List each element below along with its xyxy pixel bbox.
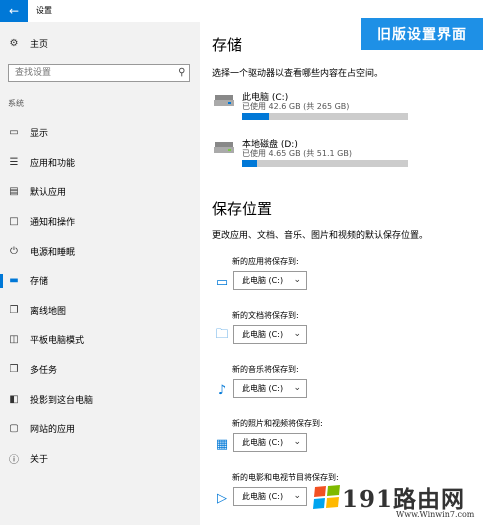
drive-select[interactable]: 此电脑 (C:) ⌄ (233, 271, 307, 290)
notifications-icon: □ (9, 216, 19, 228)
search-box[interactable]: ⚲ (8, 64, 190, 82)
default-apps-icon: ▤ (9, 186, 19, 198)
save-locations-description: 更改应用、文档、音乐、图片和视频的默认保存位置。 (212, 231, 429, 241)
sidebar-item-label: 通知和操作 (30, 218, 76, 229)
hard-drive-icon (214, 95, 234, 106)
drive-select-value: 此电脑 (C:) (242, 330, 284, 339)
video-camera-icon: ▷ (217, 490, 227, 506)
save-location-label: 新的文档将保存到: (232, 311, 299, 320)
project-icon: ◧ (9, 393, 19, 405)
chevron-down-icon: ⌄ (293, 491, 301, 501)
chevron-down-icon: ⌄ (293, 275, 301, 285)
power-icon: ⏻ (10, 245, 18, 257)
back-button[interactable]: ← (0, 0, 28, 22)
sidebar-item-label: 显示 (30, 129, 49, 140)
drive-select-value: 此电脑 (C:) (242, 438, 284, 447)
windows-logo-icon (313, 485, 340, 509)
picture-icon: ▦ (215, 436, 229, 452)
sidebar-item-tablet-mode[interactable]: ◫ 平板电脑模式 (0, 325, 200, 355)
save-location-apps: 新的应用将保存到: ▭ 此电脑 (C:) ⌄ (214, 256, 474, 300)
save-location-label: 新的音乐将保存到: (232, 365, 299, 374)
sidebar-item-project[interactable]: ◧ 投影到这台电脑 (0, 384, 200, 414)
apps-monitor-icon: ▭ (215, 274, 229, 290)
drive-select[interactable]: 此电脑 (C:) ⌄ (233, 379, 307, 398)
chevron-down-icon: ⌄ (293, 329, 301, 339)
sidebar-item-power[interactable]: ⏻ 电源和睡眠 (0, 236, 200, 266)
sidebar-item-label: 平板电脑模式 (30, 336, 85, 347)
back-arrow-icon: ← (8, 4, 20, 18)
sidebar-item-label: 关于 (30, 454, 49, 465)
drive-usage-bar (242, 113, 408, 120)
save-locations-heading: 保存位置 (212, 200, 273, 218)
main-content: 旧版设置界面 存储 选择一个驱动器以查看哪些内容在占空间。 此电脑 (C:) 已… (200, 18, 500, 525)
watermark-text: 191路由网 (342, 486, 466, 513)
nav-list: ▭ 显示 ☰ 应用和功能 ▤ 默认应用 □ 通知和操作 ⏻ 电源和睡眠 ▬ 存储… (0, 118, 200, 473)
sidebar-item-label: 多任务 (30, 366, 58, 377)
drive-usage-bar (242, 160, 408, 167)
storage-icon: ▬ (9, 275, 19, 287)
drive-usage-fill (242, 113, 269, 120)
sidebar-item-label: 网站的应用 (30, 425, 76, 436)
apps-for-websites-icon: ▢ (9, 423, 19, 435)
save-location-music: 新的音乐将保存到: ♪ 此电脑 (C:) ⌄ (214, 364, 474, 408)
legacy-settings-banner: 旧版设置界面 (361, 18, 483, 50)
multitasking-icon: ❒ (9, 364, 19, 376)
sidebar-item-display[interactable]: ▭ 显示 (0, 118, 200, 148)
sidebar-item-label: 电源和睡眠 (30, 247, 76, 258)
watermark-url: Www.Winwin7.com (396, 510, 475, 519)
drive-usage: 已使用 4.65 GB (共 51.1 GB) (242, 149, 352, 158)
gear-icon: ⚙ (9, 38, 19, 49)
hard-drive-icon (214, 142, 234, 153)
chevron-down-icon: ⌄ (293, 383, 301, 393)
about-icon: ⓘ (9, 454, 19, 466)
sidebar-item-default-apps[interactable]: ▤ 默认应用 (0, 177, 200, 207)
apps-features-icon: ☰ (9, 156, 19, 168)
tablet-mode-icon: ◫ (9, 334, 19, 346)
search-input[interactable] (9, 65, 169, 81)
storage-heading: 存储 (212, 36, 243, 54)
music-note-icon: ♪ (217, 382, 227, 398)
chevron-down-icon: ⌄ (293, 437, 301, 447)
sidebar-item-storage[interactable]: ▬ 存储 (0, 266, 200, 296)
drive-select[interactable]: 此电脑 (C:) ⌄ (233, 487, 307, 506)
sidebar-item-apps-features[interactable]: ☰ 应用和功能 (0, 148, 200, 178)
drive-select-value: 此电脑 (C:) (242, 492, 284, 501)
home-label: 主页 (30, 40, 49, 50)
sidebar-item-label: 默认应用 (30, 188, 67, 199)
sidebar-item-notifications[interactable]: □ 通知和操作 (0, 207, 200, 237)
offline-maps-icon: ❐ (9, 304, 19, 316)
drive-usage-fill (242, 160, 257, 167)
sidebar-item-offline-maps[interactable]: ❐ 离线地图 (0, 296, 200, 326)
sidebar-item-label: 存储 (30, 277, 49, 288)
sidebar-item-label: 离线地图 (30, 306, 67, 317)
drive-select[interactable]: 此电脑 (C:) ⌄ (233, 325, 307, 344)
watermark: 191路由网 Www.Winwin7.com (312, 478, 500, 525)
save-location-label: 新的应用将保存到: (232, 257, 299, 266)
sidebar-item-label: 应用和功能 (30, 158, 76, 169)
search-icon[interactable]: ⚲ (178, 67, 185, 78)
save-location-documents: 新的文档将保存到: 🗀 此电脑 (C:) ⌄ (214, 310, 474, 354)
display-icon: ▭ (9, 127, 19, 139)
section-label: 系统 (8, 99, 24, 108)
home-nav-item[interactable]: ⚙ 主页 (8, 37, 49, 50)
storage-description: 选择一个驱动器以查看哪些内容在占空间。 (212, 69, 384, 79)
sidebar: ⚙ 主页 ⚲ 系统 ▭ 显示 ☰ 应用和功能 ▤ 默认应用 □ 通知和操作 ⏻ … (0, 22, 200, 525)
sidebar-item-apps-for-websites[interactable]: ▢ 网站的应用 (0, 414, 200, 444)
sidebar-item-label: 投影到这台电脑 (30, 395, 94, 406)
drive-select-value: 此电脑 (C:) (242, 384, 284, 393)
drive-select[interactable]: 此电脑 (C:) ⌄ (233, 433, 307, 452)
window-title: 设置 (36, 6, 52, 15)
save-location-photos-videos: 新的照片和视频将保存到: ▦ 此电脑 (C:) ⌄ (214, 418, 474, 462)
drive-select-value: 此电脑 (C:) (242, 276, 284, 285)
folder-icon: 🗀 (215, 327, 229, 342)
save-location-label: 新的照片和视频将保存到: (232, 419, 323, 428)
drive-usage: 已使用 42.6 GB (共 265 GB) (242, 102, 350, 111)
sidebar-item-multitasking[interactable]: ❒ 多任务 (0, 355, 200, 385)
sidebar-item-about[interactable]: ⓘ 关于 (0, 444, 200, 474)
